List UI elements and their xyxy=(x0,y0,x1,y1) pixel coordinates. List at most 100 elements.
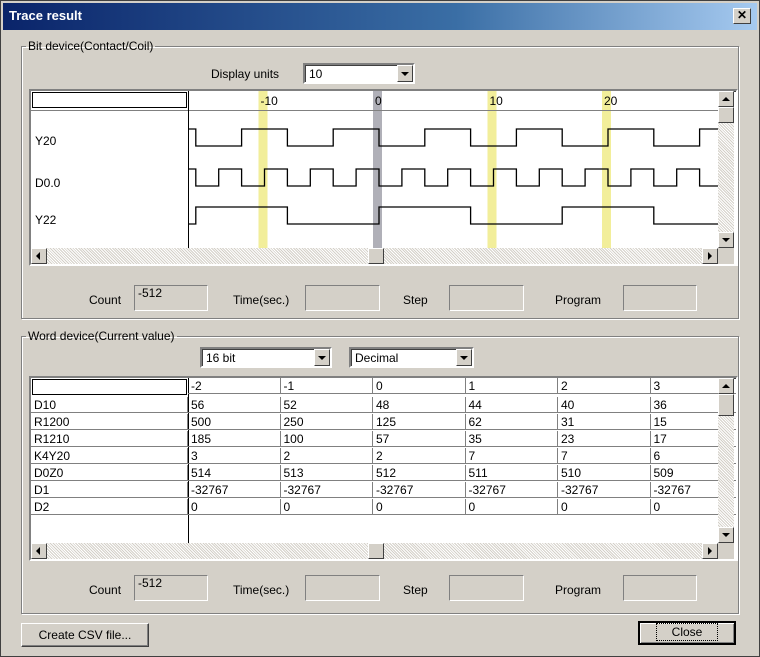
column-header[interactable]: 2 xyxy=(558,378,651,394)
scroll-right-button[interactable] xyxy=(702,543,718,559)
table-corner-cell[interactable] xyxy=(32,379,187,395)
table-cell[interactable]: -32767 xyxy=(558,482,651,498)
scroll-left-button[interactable] xyxy=(31,543,47,559)
row-device-name[interactable]: D2 xyxy=(31,499,188,515)
table-cell[interactable]: 40 xyxy=(558,397,651,413)
word-count-label: Count xyxy=(89,583,122,597)
display-units-value: 10 xyxy=(309,67,323,81)
chevron-down-icon[interactable] xyxy=(397,65,413,82)
bit-width-value: 16 bit xyxy=(206,351,236,365)
number-format-value: Decimal xyxy=(355,351,399,365)
word-count-field: -512 xyxy=(134,575,208,601)
close-icon[interactable]: ✕ xyxy=(733,8,751,24)
table-cell[interactable]: 7 xyxy=(465,448,558,464)
word-program-label: Program xyxy=(555,583,602,597)
table-cell[interactable]: 23 xyxy=(558,431,651,447)
row-device-name[interactable]: D1 xyxy=(31,482,188,498)
bit-step-field xyxy=(449,285,524,311)
word-count-value: -512 xyxy=(138,576,163,590)
column-header[interactable]: 0 xyxy=(373,378,466,394)
table-cell[interactable]: 52 xyxy=(280,397,373,413)
bit-width-select[interactable]: 16 bit xyxy=(200,347,332,368)
ruler-label: 0 xyxy=(375,94,382,108)
display-units-select[interactable]: 10 xyxy=(303,63,415,84)
scroll-left-button[interactable] xyxy=(31,248,47,264)
table-cell[interactable]: 0 xyxy=(465,499,558,515)
word-device-group-label: Word device(Current value) xyxy=(28,329,175,343)
column-header[interactable]: -1 xyxy=(280,378,373,394)
table-cell[interactable]: -32767 xyxy=(373,482,466,498)
display-units-label: Display units xyxy=(211,67,280,81)
table-cell[interactable]: 31 xyxy=(558,414,651,430)
table-cell[interactable]: 500 xyxy=(188,414,281,430)
number-format-select[interactable]: Decimal xyxy=(349,347,474,368)
table-cell[interactable]: 100 xyxy=(280,431,373,447)
device-header-cell[interactable] xyxy=(32,92,187,108)
table-cell[interactable]: 0 xyxy=(188,499,281,515)
table-cell[interactable]: 35 xyxy=(465,431,558,447)
table-cell[interactable]: 125 xyxy=(373,414,466,430)
row-device-name[interactable]: K4Y20 xyxy=(31,448,188,464)
close-button[interactable]: Close xyxy=(638,621,736,645)
vertical-scroll-thumb[interactable] xyxy=(718,107,734,123)
table-cell[interactable]: 510 xyxy=(558,465,651,481)
table-cell[interactable]: 0 xyxy=(558,499,651,515)
table-cell[interactable]: 514 xyxy=(188,465,281,481)
table-cell[interactable]: 3 xyxy=(188,448,281,464)
table-cell[interactable]: 2 xyxy=(373,448,466,464)
chevron-down-icon[interactable] xyxy=(314,349,330,366)
scroll-up-button[interactable] xyxy=(718,91,734,107)
table-cell[interactable]: -32767 xyxy=(465,482,558,498)
device-name[interactable]: D0.0 xyxy=(35,176,60,190)
table-cell[interactable]: 57 xyxy=(373,431,466,447)
table-cell[interactable]: 48 xyxy=(373,397,466,413)
scroll-up-button[interactable] xyxy=(718,378,734,394)
scroll-down-button[interactable] xyxy=(718,527,734,543)
table-cell[interactable]: -32767 xyxy=(280,482,373,498)
table-cell[interactable]: 7 xyxy=(558,448,651,464)
scroll-right-button[interactable] xyxy=(702,248,718,264)
bit-time-label: Time(sec.) xyxy=(233,293,290,307)
device-name[interactable]: Y22 xyxy=(35,213,56,227)
table-cell[interactable]: 62 xyxy=(465,414,558,430)
row-device-name[interactable]: R1210 xyxy=(31,431,188,447)
table-cell[interactable]: 0 xyxy=(373,499,466,515)
table-cell[interactable]: 512 xyxy=(373,465,466,481)
column-header[interactable]: 1 xyxy=(465,378,558,394)
scroll-down-button[interactable] xyxy=(718,232,734,248)
word-time-label: Time(sec.) xyxy=(233,583,290,597)
table-cell[interactable]: 250 xyxy=(280,414,373,430)
bit-time-field xyxy=(305,285,380,311)
table-cell[interactable]: 44 xyxy=(465,397,558,413)
word-step-label: Step xyxy=(403,583,428,597)
ruler-label: -10 xyxy=(261,94,279,108)
table-cell[interactable]: 513 xyxy=(280,465,373,481)
row-device-name[interactable]: D0Z0 xyxy=(31,465,188,481)
row-device-name[interactable]: R1200 xyxy=(31,414,188,430)
create-csv-button[interactable]: Create CSV file... xyxy=(21,623,149,647)
device-name[interactable]: Y20 xyxy=(35,134,56,148)
horizontal-scroll-thumb[interactable] xyxy=(368,543,384,559)
vertical-scroll-track[interactable] xyxy=(718,123,734,232)
table-cell[interactable]: 511 xyxy=(465,465,558,481)
timing-chart: Y20 D0.0 Y22 -10 0 10 20 xyxy=(29,89,738,266)
chevron-down-icon[interactable] xyxy=(456,349,472,366)
table-cell[interactable]: -32767 xyxy=(188,482,281,498)
title-bar[interactable]: Trace result ✕ xyxy=(3,3,757,30)
horizontal-scroll-thumb[interactable] xyxy=(368,248,384,264)
bit-count-label: Count xyxy=(89,293,122,307)
table-cell[interactable]: 56 xyxy=(188,397,281,413)
waveform-y20 xyxy=(189,128,719,147)
vertical-scroll-thumb[interactable] xyxy=(718,394,734,416)
waveform-area[interactable]: -10 0 10 20 xyxy=(189,91,719,248)
ruler-label: 10 xyxy=(490,94,504,108)
column-header[interactable]: -2 xyxy=(188,378,281,394)
row-device-name[interactable]: D10 xyxy=(31,397,188,413)
vertical-scroll-track[interactable] xyxy=(718,416,734,527)
word-step-field xyxy=(449,575,524,601)
table-cell[interactable]: 0 xyxy=(280,499,373,515)
table-cell[interactable]: 2 xyxy=(280,448,373,464)
waveform-d00 xyxy=(189,168,719,187)
table-cell[interactable]: 185 xyxy=(188,431,281,447)
bit-device-group-label: Bit device(Contact/Coil) xyxy=(28,39,154,53)
